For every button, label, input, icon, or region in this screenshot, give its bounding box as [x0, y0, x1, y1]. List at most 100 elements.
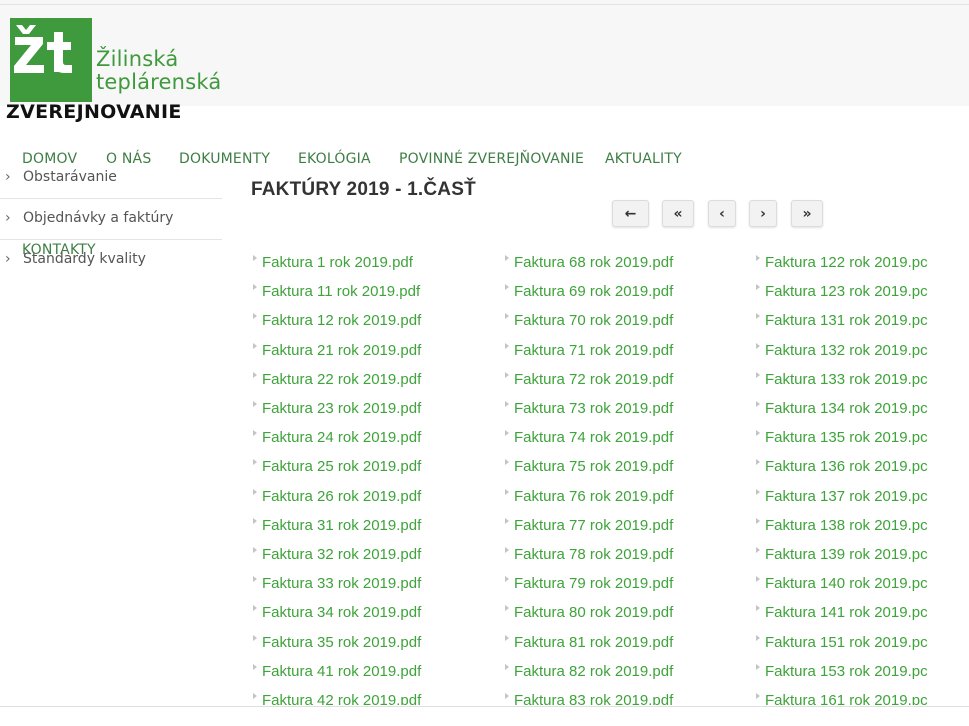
file-link[interactable]: Faktura 141 rok 2019.pc — [756, 604, 928, 626]
file-link[interactable]: Faktura 134 rok 2019.pc — [756, 400, 928, 422]
bullet-triangle-icon — [756, 517, 760, 524]
file-link-label: Faktura 70 rok 2019.pdf — [514, 312, 674, 330]
file-link[interactable]: Faktura 123 rok 2019.pc — [756, 283, 928, 305]
file-list: Faktura 1 rok 2019.pdf Faktura 11 rok 201… — [0, 0, 969, 705]
bullet-triangle-icon — [756, 576, 760, 583]
file-link[interactable]: Faktura 78 rok 2019.pdf — [505, 546, 673, 568]
file-link-label: Faktura 131 rok 2019.pc — [765, 312, 928, 330]
file-link-label: Faktura 11 rok 2019.pdf — [262, 283, 421, 301]
file-link[interactable]: Faktura 137 rok 2019.pc — [756, 488, 928, 510]
file-link[interactable]: Faktura 83 rok 2019.pdf — [505, 692, 673, 705]
bullet-triangle-icon — [756, 371, 760, 378]
file-link[interactable]: Faktura 75 rok 2019.pdf — [505, 458, 673, 480]
file-link[interactable]: Faktura 140 rok 2019.pc — [756, 575, 928, 597]
bullet-triangle-icon — [505, 634, 509, 641]
file-link[interactable]: Faktura 1 rok 2019.pdf — [253, 254, 413, 276]
file-link-label: Faktura 73 rok 2019.pdf — [514, 400, 674, 417]
file-link[interactable]: Faktura 21 rok 2019.pdf — [253, 342, 421, 364]
file-link[interactable]: Faktura 24 rok 2019.pdf — [253, 429, 421, 451]
file-link-label: Faktura 82 rok 2019.pdf — [514, 662, 674, 680]
file-link[interactable]: Faktura 131 rok 2019.pc — [756, 312, 928, 334]
file-link[interactable]: Faktura 31 rok 2019.pdf — [253, 517, 421, 539]
file-link[interactable]: Faktura 33 rok 2019.pdf — [253, 575, 421, 597]
file-link[interactable]: Faktura 135 rok 2019.pc — [756, 429, 928, 451]
bullet-triangle-icon — [253, 693, 257, 699]
bullet-triangle-icon — [253, 430, 257, 437]
file-link[interactable]: Faktura 25 rok 2019.pdf — [253, 458, 421, 480]
file-link[interactable]: Faktura 77 rok 2019.pdf — [505, 517, 673, 539]
file-link[interactable]: Faktura 132 rok 2019.pc — [756, 342, 928, 364]
file-link-label: Faktura 25 rok 2019.pdf — [262, 458, 422, 476]
file-link[interactable]: Faktura 138 rok 2019.pc — [756, 517, 928, 539]
file-link[interactable]: Faktura 41 rok 2019.pdf — [253, 663, 421, 685]
file-link[interactable]: Faktura 68 rok 2019.pdf — [505, 254, 673, 276]
file-link[interactable]: Faktura 32 rok 2019.pdf — [253, 546, 421, 568]
file-link[interactable]: Faktura 122 rok 2019.pc — [756, 254, 928, 276]
bullet-triangle-icon — [253, 517, 257, 524]
bullet-triangle-icon — [505, 401, 509, 407]
file-link[interactable]: Faktura 76 rok 2019.pdf — [505, 488, 673, 510]
file-link[interactable]: Faktura 139 rok 2019.pc — [756, 546, 928, 568]
bullet-triangle-icon — [756, 459, 760, 466]
bullet-triangle-icon — [505, 663, 509, 670]
file-link[interactable]: Faktura 151 rok 2019.pc — [756, 634, 928, 656]
file-link[interactable]: Faktura 74 rok 2019.pdf — [505, 429, 673, 451]
file-link[interactable]: Faktura 35 rok 2019.pdf — [253, 634, 421, 656]
bullet-triangle-icon — [253, 459, 257, 466]
file-link-label: Faktura 71 rok 2019.pdf — [514, 341, 674, 359]
file-link-label: Faktura 134 rok 2019.pc — [765, 400, 928, 417]
bottom-divider — [0, 706, 969, 707]
bullet-triangle-icon — [253, 547, 257, 553]
file-link-label: Faktura 136 rok 2019.pc — [765, 458, 928, 476]
file-link[interactable]: Faktura 12 rok 2019.pdf — [253, 312, 421, 334]
file-link-label: Faktura 132 rok 2019.pc — [765, 341, 928, 359]
bullet-triangle-icon — [756, 401, 760, 407]
file-link[interactable]: Faktura 26 rok 2019.pdf — [253, 488, 421, 510]
file-link[interactable]: Faktura 79 rok 2019.pdf — [505, 575, 673, 597]
file-link[interactable]: Faktura 42 rok 2019.pdf — [253, 692, 421, 705]
file-link[interactable]: Faktura 70 rok 2019.pdf — [505, 312, 673, 334]
bullet-triangle-icon — [756, 255, 760, 261]
file-link[interactable]: Faktura 81 rok 2019.pdf — [505, 634, 673, 656]
file-link[interactable]: Faktura 82 rok 2019.pdf — [505, 663, 673, 685]
file-link-label: Faktura 22 rok 2019.pdf — [262, 370, 422, 388]
file-link[interactable]: Faktura 22 rok 2019.pdf — [253, 371, 421, 393]
file-link[interactable]: Faktura 136 rok 2019.pc — [756, 458, 928, 480]
file-link[interactable]: Faktura 34 rok 2019.pdf — [253, 604, 421, 626]
file-link-label: Faktura 83 rok 2019.pdf — [514, 692, 674, 705]
file-link-label: Faktura 26 rok 2019.pdf — [262, 487, 422, 505]
bullet-triangle-icon — [756, 634, 760, 641]
file-link-label: Faktura 123 rok 2019.pc — [765, 283, 928, 301]
file-link[interactable]: Faktura 69 rok 2019.pdf — [505, 283, 673, 305]
file-link[interactable]: Faktura 71 rok 2019.pdf — [505, 342, 673, 364]
bullet-triangle-icon — [253, 488, 257, 495]
bullet-triangle-icon — [505, 342, 509, 349]
bullet-triangle-icon — [505, 284, 509, 291]
bullet-triangle-icon — [756, 284, 760, 291]
file-link[interactable]: Faktura 133 rok 2019.pc — [756, 371, 928, 393]
file-link[interactable]: Faktura 153 rok 2019.pc — [756, 663, 928, 685]
file-link-label: Faktura 161 rok 2019.pc — [765, 692, 928, 705]
file-link-label: Faktura 74 rok 2019.pdf — [514, 429, 674, 447]
file-link-label: Faktura 24 rok 2019.pdf — [262, 429, 422, 447]
file-link[interactable]: Faktura 23 rok 2019.pdf — [253, 400, 421, 422]
file-link[interactable]: Faktura 11 rok 2019.pdf — [253, 283, 420, 305]
file-link-label: Faktura 141 rok 2019.pc — [765, 604, 928, 622]
bullet-triangle-icon — [756, 313, 760, 320]
file-link-label: Faktura 140 rok 2019.pc — [765, 575, 928, 593]
bullet-triangle-icon — [253, 605, 257, 612]
file-link-label: Faktura 68 rok 2019.pdf — [514, 254, 674, 271]
bullet-triangle-icon — [505, 605, 509, 612]
bullet-triangle-icon — [253, 313, 257, 320]
bullet-triangle-icon — [756, 605, 760, 612]
file-link[interactable]: Faktura 73 rok 2019.pdf — [505, 400, 673, 422]
file-link[interactable]: Faktura 72 rok 2019.pdf — [505, 371, 673, 393]
bullet-triangle-icon — [505, 488, 509, 495]
file-link-label: Faktura 72 rok 2019.pdf — [514, 370, 674, 388]
file-link-label: Faktura 76 rok 2019.pdf — [514, 487, 674, 505]
file-link[interactable]: Faktura 161 rok 2019.pc — [756, 692, 928, 705]
file-link-label: Faktura 33 rok 2019.pdf — [262, 575, 422, 593]
bullet-triangle-icon — [253, 342, 257, 349]
file-link-label: Faktura 122 rok 2019.pc — [765, 254, 928, 271]
file-link[interactable]: Faktura 80 rok 2019.pdf — [505, 604, 673, 626]
